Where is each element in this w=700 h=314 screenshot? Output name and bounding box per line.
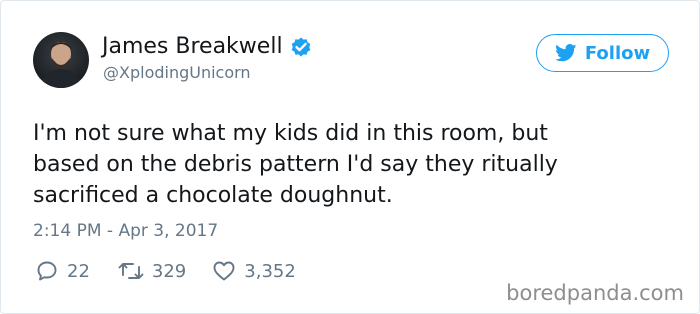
tweet-text-line: sacrificed a chocolate doughnut. (33, 183, 393, 208)
tweet-text-line: I'm not sure what my kids did in this ro… (33, 121, 548, 146)
follow-button[interactable]: Follow (536, 34, 669, 72)
reply-button[interactable]: 22 (35, 259, 90, 283)
display-name[interactable]: James Breakwell (102, 34, 313, 59)
retweet-count: 329 (151, 260, 187, 282)
like-button[interactable]: 3,352 (212, 259, 296, 283)
reply-count: 22 (67, 260, 90, 282)
display-name-text: James Breakwell (102, 34, 283, 59)
verified-badge-icon (289, 35, 313, 59)
action-bar: 22 329 3,352 (35, 259, 296, 283)
tweet-text: I'm not sure what my kids did in this ro… (33, 118, 653, 211)
twitter-bird-icon (554, 44, 577, 62)
user-handle[interactable]: @XplodingUnicorn (103, 63, 251, 82)
avatar[interactable] (33, 32, 89, 88)
heart-icon (213, 261, 235, 281)
like-count: 3,352 (244, 260, 296, 282)
retweet-icon (118, 263, 144, 279)
avatar-image (41, 42, 81, 88)
tweet-card: James Breakwell @XplodingUnicorn Follow … (0, 0, 700, 314)
watermark: boredpanda.com (506, 281, 684, 305)
tweet-timestamp[interactable]: 2:14 PM - Apr 3, 2017 (33, 221, 218, 241)
retweet-button[interactable]: 329 (118, 259, 186, 283)
follow-button-label: Follow (584, 42, 651, 64)
tweet-text-line: based on the debris pattern I'd say they… (33, 152, 558, 177)
reply-icon (37, 261, 57, 281)
